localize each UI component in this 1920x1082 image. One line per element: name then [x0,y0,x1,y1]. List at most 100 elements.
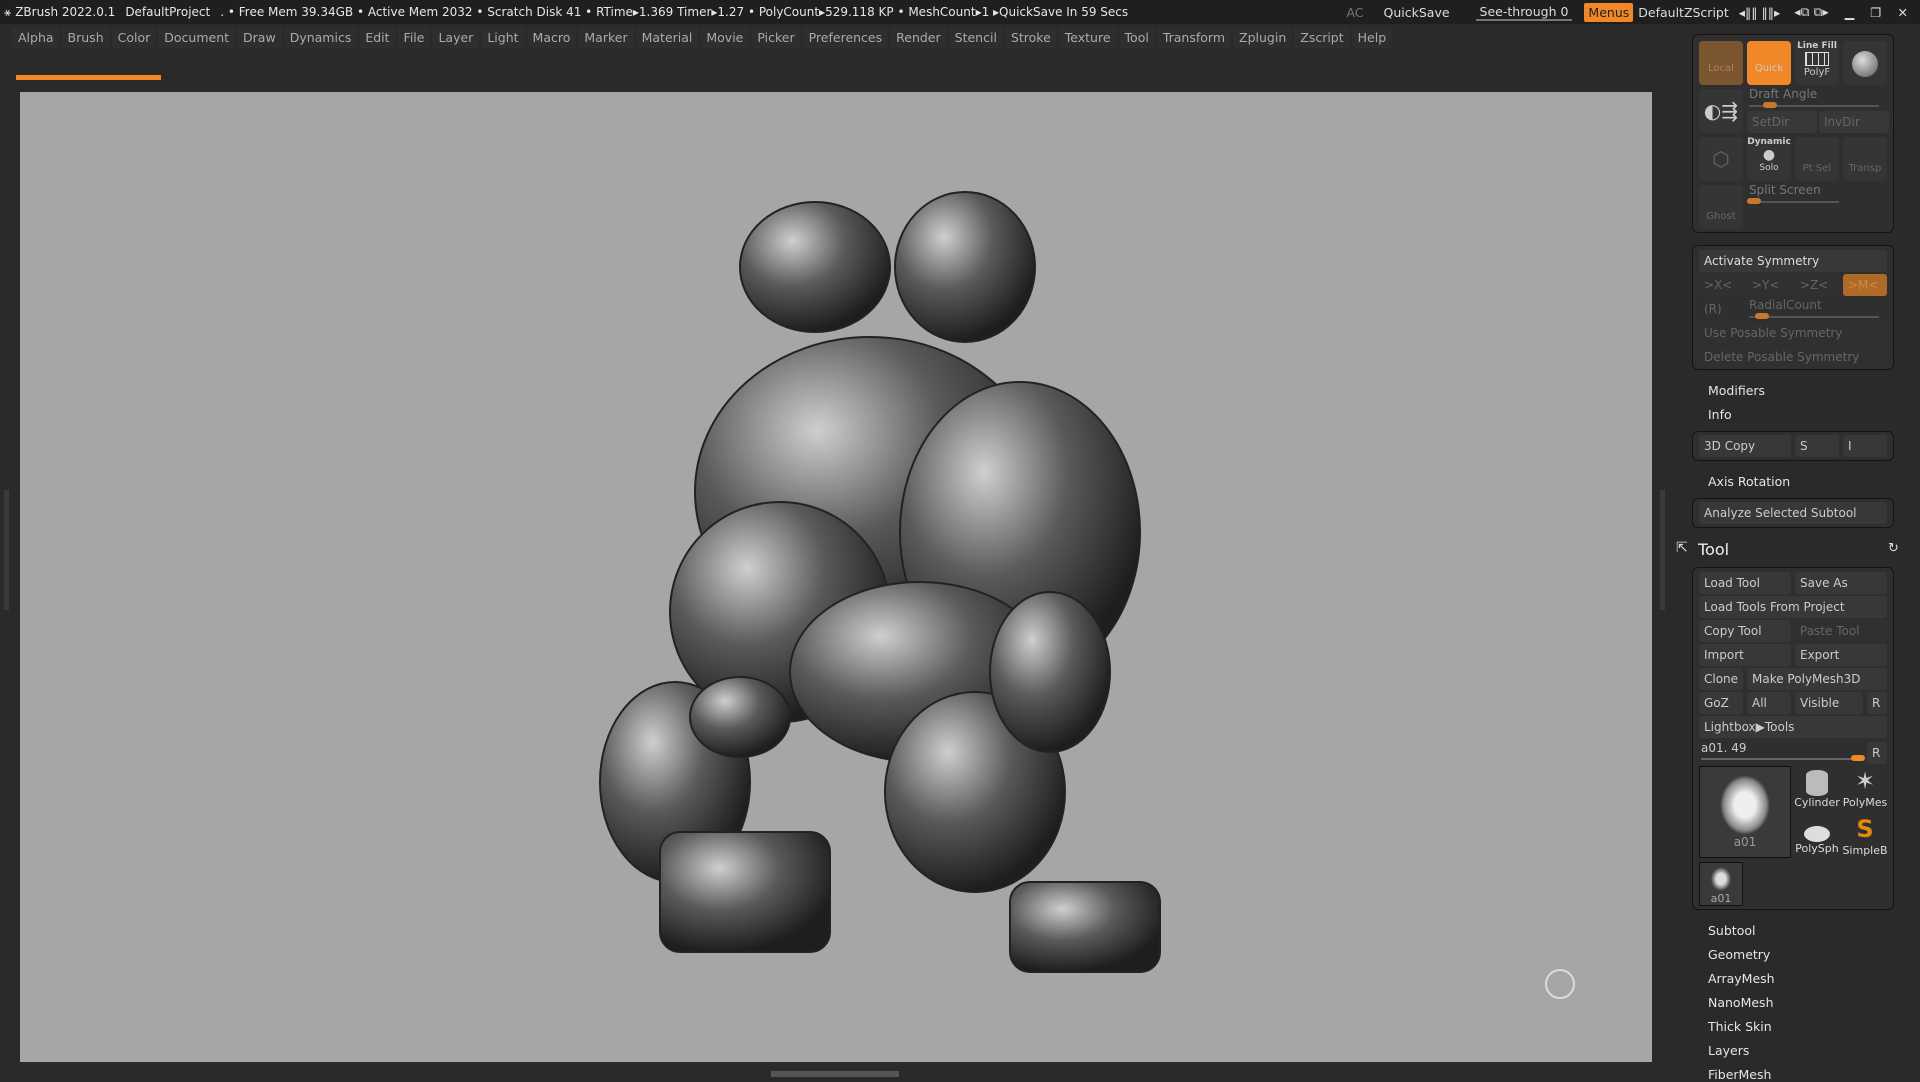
goz-r-button[interactable]: R [1867,692,1887,714]
draft-icon[interactable]: ◐⇶ [1699,89,1743,133]
see-through-slider[interactable]: See-through 0 [1475,4,1573,21]
menu-zplugin[interactable]: Zplugin [1233,26,1293,48]
info-section[interactable]: Info [1708,407,1732,422]
tool-slider-track[interactable] [1701,758,1861,760]
transp-button[interactable]: Transp [1843,137,1887,181]
radial-r-button[interactable]: (R) [1699,298,1743,320]
close-icon[interactable]: ✕ [1898,5,1908,20]
load-tools-from-project-button[interactable]: Load Tools From Project [1699,596,1887,618]
tool-r-button[interactable]: R [1867,742,1887,764]
menu-preferences[interactable]: Preferences [802,26,889,48]
make-polymesh3d-button[interactable]: Make PolyMesh3D [1747,668,1887,690]
cube-icon[interactable]: ⬡ [1699,137,1743,181]
tool-thumb-simplebrush[interactable]: S SimpleB [1841,814,1889,860]
bottom-dock-handle[interactable] [771,1071,899,1077]
copy-tool-button[interactable]: Copy Tool [1699,620,1791,642]
menu-document[interactable]: Document [158,26,236,48]
lightbox-tools-button[interactable]: Lightbox▶Tools [1699,716,1887,738]
floor-circle-icon[interactable] [1545,969,1575,999]
polyf-button[interactable]: Line Fill PolyF [1795,41,1839,85]
default-zscript-button[interactable]: DefaultZScript [1638,5,1729,20]
radial-count-slider[interactable]: RadialCount [1749,298,1822,312]
menu-draw[interactable]: Draw [237,26,282,48]
save-as-button[interactable]: Save As [1795,572,1887,594]
local-button[interactable]: Local [1699,41,1743,85]
tool-pin-icon[interactable]: ⇱ [1676,540,1688,556]
3d-copy-button[interactable]: 3D Copy [1699,435,1791,457]
copy-i-button[interactable]: I [1843,435,1887,457]
axis-rotation-section[interactable]: Axis Rotation [1708,474,1790,489]
layout-icon[interactable]: ◂⧉ ⧉▸ [1794,4,1828,20]
ptsel-button[interactable]: Pt Sel [1795,137,1839,181]
section-nanomesh[interactable]: NanoMesh [1708,995,1774,1010]
current-tool-slider[interactable]: a01. 49 [1701,741,1747,755]
ghost-button[interactable]: Ghost [1699,185,1743,229]
goz-visible-button[interactable]: Visible [1795,692,1863,714]
menu-file[interactable]: File [397,26,431,48]
draft-angle-knob[interactable] [1763,102,1777,108]
tool-thumb-cylinder[interactable]: Cylinder [1793,766,1841,812]
menu-color[interactable]: Color [111,26,157,48]
activate-symmetry-button[interactable]: Activate Symmetry [1699,250,1887,272]
subtool-thumb-a01[interactable]: a01 [1699,862,1743,906]
canvas-viewport[interactable] [20,92,1652,1062]
split-screen-knob[interactable] [1747,198,1761,204]
restore-icon[interactable]: ❐ [1870,5,1881,20]
menu-marker[interactable]: Marker [578,26,634,48]
menu-edit[interactable]: Edit [359,26,396,48]
setdir-button[interactable]: SetDir [1747,111,1817,133]
menu-layer[interactable]: Layer [432,26,480,48]
goz-all-button[interactable]: All [1747,692,1791,714]
draft-angle-slider[interactable]: Draft Angle [1749,87,1817,101]
quicksave-button[interactable]: QuickSave [1384,5,1450,20]
section-subtool[interactable]: Subtool [1708,923,1755,938]
copy-s-button[interactable]: S [1795,435,1839,457]
goz-button[interactable]: GoZ [1699,692,1743,714]
solo-button[interactable]: Dynamic ● Solo [1747,137,1791,181]
menu-stroke[interactable]: Stroke [1004,26,1057,48]
tool-header[interactable]: Tool [1698,540,1729,559]
menu-tool[interactable]: Tool [1118,26,1155,48]
menu-brush[interactable]: Brush [61,26,110,48]
minimize-icon[interactable]: ▁ [1845,5,1855,20]
analyze-selected-subtool-button[interactable]: Analyze Selected Subtool [1699,502,1887,524]
menu-transform[interactable]: Transform [1156,26,1232,48]
modifiers-section[interactable]: Modifiers [1708,383,1765,398]
symmetry-z-button[interactable]: >Z< [1795,274,1839,296]
invdir-button[interactable]: InvDir [1819,111,1889,133]
menu-material[interactable]: Material [635,26,699,48]
menus-button[interactable]: Menus [1584,2,1634,22]
tool-thumb-polymesh[interactable]: ✶ PolyMes [1841,766,1889,812]
section-layers[interactable]: Layers [1708,1043,1749,1058]
ac-button[interactable]: AC [1346,5,1363,20]
section-arraymesh[interactable]: ArrayMesh [1708,971,1775,986]
left-dock-handle[interactable] [4,490,9,610]
menu-dynamics[interactable]: Dynamics [283,26,358,48]
symmetry-y-button[interactable]: >Y< [1747,274,1791,296]
clone-button[interactable]: Clone [1699,668,1743,690]
export-button[interactable]: Export [1795,644,1887,666]
tool-thumb-polysphere[interactable]: PolySph [1793,814,1841,860]
import-button[interactable]: Import [1699,644,1791,666]
sphere-material-button[interactable] [1843,41,1887,85]
use-posable-symmetry-button[interactable]: Use Posable Symmetry [1699,322,1887,344]
menu-texture[interactable]: Texture [1058,26,1117,48]
delete-posable-symmetry-button[interactable]: Delete Posable Symmetry [1699,346,1887,368]
split-screen-slider[interactable]: Split Screen [1749,183,1821,197]
refresh-icon[interactable]: ↻ [1888,541,1899,556]
tool-thumb-a01-large[interactable]: a01 [1699,766,1791,858]
tool-slider-knob[interactable] [1851,755,1865,761]
menu-light[interactable]: Light [481,26,525,48]
load-tool-button[interactable]: Load Tool [1699,572,1791,594]
symmetry-m-button[interactable]: >M< [1843,274,1887,296]
paste-tool-button[interactable]: Paste Tool [1795,620,1887,642]
ui-size-icon[interactable]: ◂‖‖ ‖‖▸ [1739,5,1781,20]
menu-macro[interactable]: Macro [526,26,577,48]
symmetry-x-button[interactable]: >X< [1699,274,1743,296]
section-geometry[interactable]: Geometry [1708,947,1770,962]
menu-movie[interactable]: Movie [700,26,750,48]
radial-knob[interactable] [1755,313,1769,319]
menu-help[interactable]: Help [1351,26,1393,48]
menu-render[interactable]: Render [890,26,947,48]
menu-picker[interactable]: Picker [751,26,801,48]
